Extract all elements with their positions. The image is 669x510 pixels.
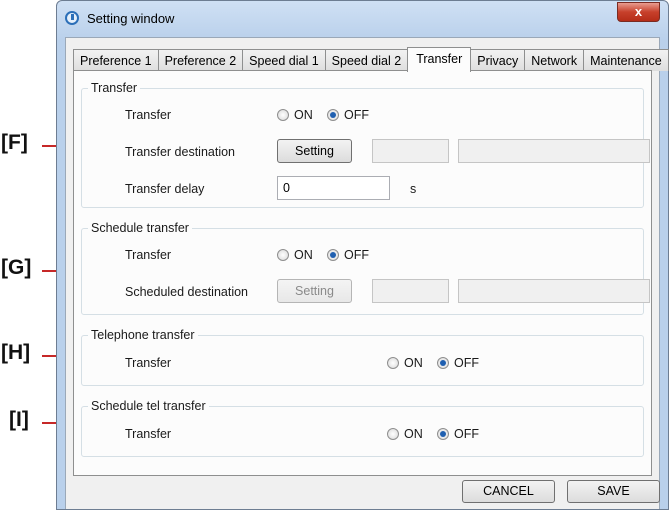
close-button[interactable]: x — [617, 2, 660, 22]
tab-privacy[interactable]: Privacy — [470, 49, 526, 71]
telephone-transfer-group-title: Telephone transfer — [88, 328, 198, 342]
transfer-off-radio[interactable]: OFF — [327, 108, 369, 122]
transfer-destination-setting-button[interactable]: Setting — [277, 139, 352, 163]
tab-preference-1[interactable]: Preference 1 — [73, 49, 159, 71]
scheduled-destination-setting-button[interactable]: Setting — [277, 279, 352, 303]
scheduled-destination-label: Scheduled destination — [125, 285, 249, 299]
telephone-transfer-on-label: ON — [404, 356, 423, 370]
schedule-transfer-label: Transfer — [125, 248, 172, 262]
tab-preference-2[interactable]: Preference 2 — [157, 49, 244, 71]
schedule-tel-transfer-off-radio[interactable]: OFF — [437, 427, 479, 441]
transfer-group: Transfer Transfer ON OFF Transfer destin… — [81, 81, 650, 208]
schedule-tel-transfer-group-title: Schedule tel transfer — [88, 399, 209, 413]
tab-network[interactable]: Network — [524, 49, 585, 71]
callout-g: [G] — [1, 256, 32, 279]
radio-off-icon — [387, 428, 399, 440]
schedule-tel-transfer-off-label: OFF — [454, 427, 479, 441]
telephone-transfer-label: Transfer — [125, 356, 172, 370]
radio-off-icon — [277, 109, 289, 121]
radio-off-icon — [277, 249, 289, 261]
transfer-delay-input[interactable] — [277, 176, 390, 200]
schedule-transfer-group-title: Schedule transfer — [88, 221, 192, 235]
transfer-delay-label: Transfer delay — [125, 182, 205, 196]
cancel-button[interactable]: CANCEL — [462, 480, 555, 503]
schedule-tel-transfer-on-radio[interactable]: ON — [387, 427, 423, 441]
transfer-destination-label: Transfer destination — [125, 145, 236, 159]
schedule-transfer-group: Schedule transfer Transfer ON OFF Schedu… — [81, 221, 650, 315]
transfer-label: Transfer — [125, 108, 172, 122]
schedule-transfer-off-label: OFF — [344, 248, 369, 262]
scheduled-destination-field-1 — [372, 279, 449, 303]
telephone-transfer-off-radio[interactable]: OFF — [437, 356, 479, 370]
schedule-transfer-off-radio[interactable]: OFF — [327, 248, 369, 262]
callout-i: [I] — [9, 408, 29, 431]
transfer-off-label: OFF — [344, 108, 369, 122]
schedule-tel-transfer-on-label: ON — [404, 427, 423, 441]
callout-h: [H] — [1, 341, 31, 364]
transfer-group-title: Transfer — [88, 81, 141, 95]
callout-f: [F] — [1, 131, 28, 154]
schedule-transfer-on-label: ON — [294, 248, 313, 262]
tab-speed-dial-1[interactable]: Speed dial 1 — [242, 49, 326, 71]
radio-selected-icon — [327, 109, 339, 121]
title-bar[interactable]: Setting window x — [57, 1, 668, 37]
tab-speed-dial-2[interactable]: Speed dial 2 — [324, 49, 409, 71]
tab-maintenance[interactable]: Maintenance — [583, 49, 669, 71]
tab-bar: Preference 1 Preference 2 Speed dial 1 S… — [73, 47, 669, 72]
schedule-tel-transfer-label: Transfer — [125, 427, 172, 441]
transfer-on-label: ON — [294, 108, 313, 122]
window-title: Setting window — [87, 11, 175, 26]
telephone-transfer-group: Telephone transfer Transfer ON OFF — [81, 328, 644, 386]
transfer-destination-field-1 — [372, 139, 449, 163]
telephone-transfer-off-label: OFF — [454, 356, 479, 370]
window-client-area: Preference 1 Preference 2 Speed dial 1 S… — [65, 37, 669, 509]
radio-selected-icon — [327, 249, 339, 261]
radio-selected-icon — [437, 357, 449, 369]
app-settings-icon — [65, 11, 79, 25]
tab-transfer[interactable]: Transfer — [407, 47, 472, 72]
schedule-transfer-on-radio[interactable]: ON — [277, 248, 313, 262]
telephone-transfer-on-radio[interactable]: ON — [387, 356, 423, 370]
transfer-delay-unit: s — [410, 182, 417, 196]
save-button[interactable]: SAVE — [567, 480, 660, 503]
transfer-on-radio[interactable]: ON — [277, 108, 313, 122]
transfer-tab-panel: Transfer Transfer ON OFF Transfer destin… — [73, 70, 652, 476]
schedule-tel-transfer-group: Schedule tel transfer Transfer ON OFF — [81, 399, 644, 457]
transfer-destination-field-2 — [458, 139, 650, 163]
setting-window: Setting window x Preference 1 Preference… — [56, 0, 669, 510]
radio-off-icon — [387, 357, 399, 369]
scheduled-destination-field-2 — [458, 279, 650, 303]
radio-selected-icon — [437, 428, 449, 440]
